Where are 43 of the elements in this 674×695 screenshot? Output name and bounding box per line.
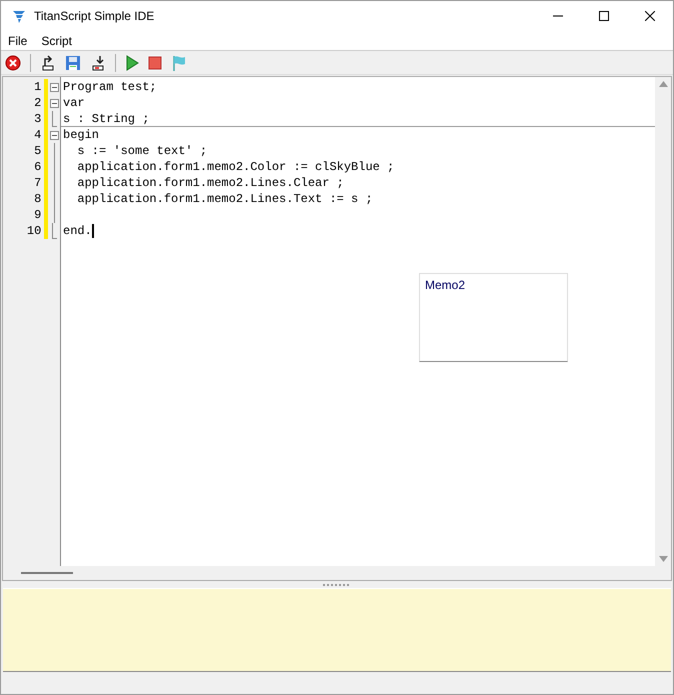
- stop-icon[interactable]: [148, 56, 162, 70]
- scroll-down-icon[interactable]: [658, 556, 668, 562]
- line-number: 8: [33, 191, 42, 208]
- code-editor[interactable]: Program test; var s : String ; begin s := 'some text' ; application.form1.memo2.Color := clSkyBlue ; application.form1.memo2.Lines.Clear ; application.form1.memo2.Lines.Text := s ; end. Memo2: [61, 77, 655, 566]
- collapse-icon[interactable]: [50, 82, 59, 92]
- fold-end-line: [51, 111, 58, 127]
- line-number: 5: [33, 143, 42, 160]
- upload-icon[interactable]: [40, 54, 56, 70]
- text-caret: [92, 224, 94, 238]
- flag-icon[interactable]: [171, 54, 187, 70]
- code-line: application.form1.memo2.Lines.Text := s ;: [76, 191, 373, 208]
- line-number: 6: [33, 159, 42, 176]
- line-number: 1: [33, 79, 42, 96]
- collapse-icon[interactable]: [50, 98, 59, 108]
- save-icon[interactable]: [65, 54, 81, 70]
- line-number: 4: [33, 127, 42, 144]
- maximize-icon: [599, 11, 609, 21]
- fold-end-line: [51, 223, 58, 239]
- play-icon[interactable]: [125, 54, 139, 70]
- code-line: var: [62, 95, 85, 112]
- code-line: s := 'some text' ;: [76, 143, 208, 160]
- close-icon: [645, 11, 655, 21]
- code-line: begin: [62, 127, 100, 144]
- code-line: application.form1.memo2.Color := clSkyBlue ;: [76, 159, 394, 176]
- collapse-icon[interactable]: [50, 130, 59, 140]
- line-number: 2: [33, 95, 42, 112]
- line-number: 9: [33, 207, 42, 224]
- scroll-up-icon[interactable]: [658, 81, 668, 87]
- line-number: 7: [33, 175, 42, 192]
- tornado-icon: [12, 9, 26, 23]
- close-icon[interactable]: [5, 54, 21, 70]
- code-line: end.: [62, 223, 92, 240]
- line-number: 10: [26, 223, 42, 240]
- memo-text: Memo2: [425, 278, 466, 292]
- memo-box[interactable]: Memo2: [419, 273, 568, 362]
- menu-item[interactable]: Script: [34, 30, 80, 50]
- code-line: Program test;: [62, 79, 157, 96]
- window-title: TitanScript Simple IDE: [34, 8, 154, 25]
- code-line: s : String ;: [62, 110, 150, 128]
- code-line: application.form1.memo2.Lines.Clear ;: [76, 175, 344, 192]
- menu-item[interactable]: File: [1, 30, 34, 50]
- download-icon[interactable]: [90, 54, 106, 70]
- line-number: 3: [33, 111, 42, 128]
